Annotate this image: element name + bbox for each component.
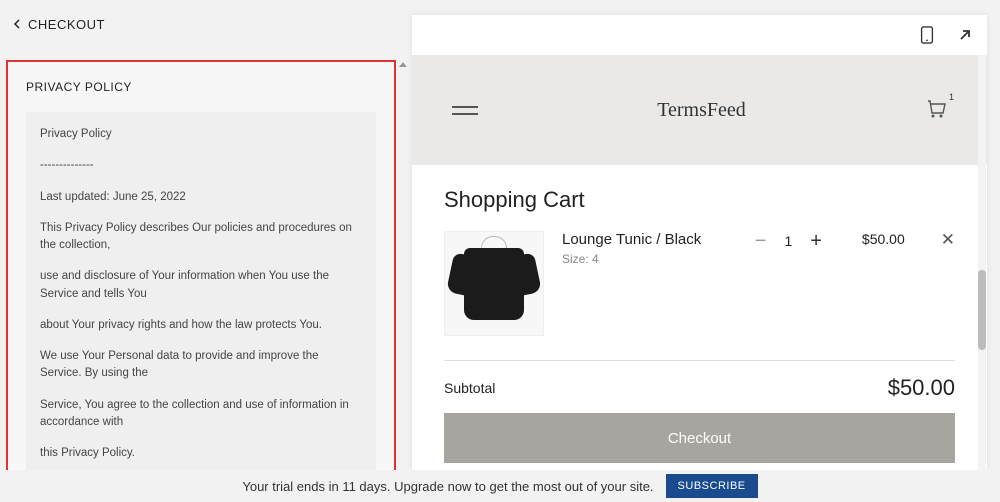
policy-line: We use Your Personal data to provide and… (40, 348, 362, 383)
preview-frame: TermsFeed 1 Shopping Cart Lounge Tunic /… (412, 15, 987, 470)
cart-icon (925, 98, 947, 118)
trial-message: Your trial ends in 11 days. Upgrade now … (242, 479, 653, 494)
trial-banner: Your trial ends in 11 days. Upgrade now … (0, 470, 1000, 502)
scrollbar-thumb[interactable] (978, 270, 986, 350)
policy-line: Last updated: June 25, 2022 (40, 189, 362, 206)
cart-title: Shopping Cart (444, 187, 955, 213)
cart-badge: 1 (949, 92, 954, 102)
cart-item-row: Lounge Tunic / Black Size: 4 − 1 + $50.0… (444, 231, 955, 361)
preview-scrollbar[interactable] (978, 55, 986, 470)
checkout-button[interactable]: Checkout (444, 413, 955, 463)
qty-increase-button[interactable]: + (810, 231, 822, 251)
policy-line: This Privacy Policy describes Our polici… (40, 220, 362, 255)
remove-item-button[interactable]: ✕ (941, 231, 955, 248)
privacy-policy-panel: PRIVACY POLICY Privacy Policy ----------… (6, 60, 396, 485)
product-variant: Size: 4 (562, 252, 737, 266)
chevron-left-icon (12, 19, 22, 29)
subscribe-button[interactable]: SUBSCRIBE (666, 474, 758, 498)
policy-line: Privacy Policy (40, 126, 362, 143)
qty-value: 1 (784, 233, 792, 249)
mobile-preview-icon[interactable] (919, 26, 935, 44)
subtotal-value: $50.00 (888, 375, 955, 401)
back-to-checkout-link[interactable]: CHECKOUT (12, 17, 105, 32)
policy-line: -------------- (40, 157, 362, 174)
open-external-icon[interactable] (957, 26, 973, 44)
back-label: CHECKOUT (28, 17, 105, 32)
policy-line: this Privacy Policy. (40, 445, 362, 462)
product-name[interactable]: Lounge Tunic / Black (562, 231, 737, 248)
scroll-up-icon (399, 62, 407, 67)
product-thumbnail[interactable] (444, 231, 544, 336)
policy-line: use and disclosure of Your information w… (40, 268, 362, 303)
store-header: TermsFeed 1 (412, 55, 987, 165)
subtotal-label: Subtotal (444, 380, 495, 396)
menu-button[interactable] (452, 106, 478, 115)
left-scrollbar[interactable] (398, 60, 408, 485)
policy-panel-title: PRIVACY POLICY (26, 80, 376, 94)
cart-icon-button[interactable]: 1 (925, 98, 947, 123)
item-price: $50.00 (862, 231, 905, 247)
qty-decrease-button[interactable]: − (755, 231, 767, 251)
policy-body[interactable]: Privacy Policy -------------- Last updat… (26, 112, 376, 485)
store-brand[interactable]: TermsFeed (657, 99, 746, 122)
policy-line: Service, You agree to the collection and… (40, 397, 362, 432)
policy-line: about Your privacy rights and how the la… (40, 317, 362, 334)
